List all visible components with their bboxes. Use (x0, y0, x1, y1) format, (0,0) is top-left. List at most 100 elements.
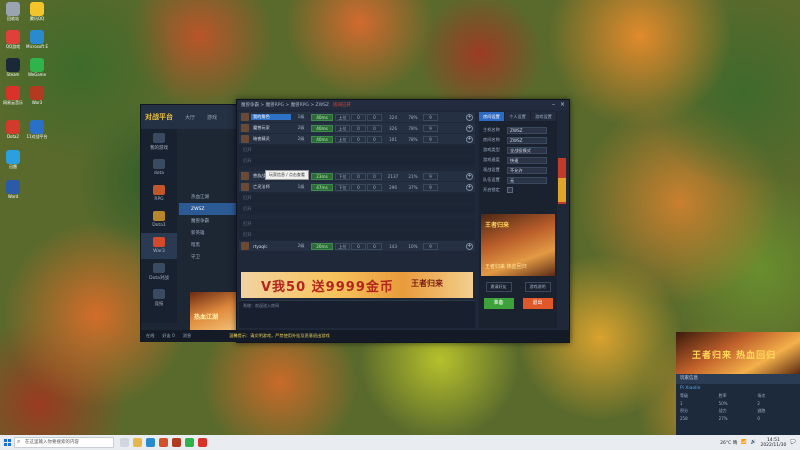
player-info-popup: 玩家信息 Pi Xiaolin 等级 胜率 场次 1 50% 2 积分 战力 逃跑 258 27% 0 (676, 374, 800, 436)
desktop-icon[interactable]: 迅雷 (2, 150, 24, 169)
desktop-icon[interactable]: 网易云音乐 (2, 86, 24, 105)
sidebar-item-dota1[interactable]: Dota1 (141, 207, 177, 233)
lock-checkbox[interactable] (507, 187, 513, 193)
sidebar-item-dota[interactable]: dota (141, 155, 177, 181)
add-friend-icon[interactable]: + (466, 183, 473, 191)
game-help-button[interactable]: 游戏说明 (524, 282, 551, 292)
popup-stat-cell: 积分 (680, 408, 688, 413)
popup-ad[interactable]: 王者归来 热血回归 (676, 332, 800, 374)
player-stat-a: 0 (351, 113, 366, 121)
setting-value-field[interactable]: 快速 (507, 156, 547, 164)
tab-room-settings[interactable]: 房间设置 (479, 112, 504, 121)
lock-setting-label: 开启锁定 (483, 187, 500, 192)
desktop-icon[interactable]: Steam (2, 58, 24, 77)
player-games: 101 (389, 136, 397, 142)
notification-icon[interactable]: 💬 (790, 440, 796, 445)
add-friend-icon[interactable]: + (466, 113, 473, 121)
sidebar-item-dota-battle[interactable]: Dota对战 (141, 259, 177, 285)
game-platform-icon[interactable] (159, 438, 168, 447)
add-friend-icon[interactable]: + (466, 124, 473, 132)
setting-value-field[interactable]: 不允许 (507, 166, 547, 174)
taskbar-search-input[interactable]: 在这里输入你要搜索的内容 (14, 437, 114, 448)
player-slot[interactable]: 亡灵法师 1级 47ms 下位 0 0 296 37% 9 + (239, 182, 475, 192)
desktop-icon[interactable]: 11对战平台 (26, 120, 48, 139)
setting-value-field[interactable]: 全战役模式 (507, 146, 547, 154)
popup-stat-cell: 258 (680, 416, 688, 421)
add-friend-icon[interactable]: + (466, 242, 473, 250)
desktop-icon[interactable]: Dota2 (2, 120, 24, 139)
popup-stats: 等级 胜率 场次 1 50% 2 积分 战力 逃跑 258 27% 0 (676, 393, 800, 421)
setting-label: 游戏速度 (483, 157, 500, 162)
launcher-tab-game[interactable]: 游戏 (207, 114, 217, 121)
file-explorer-icon[interactable] (133, 438, 142, 447)
player-stat-b: 0 (367, 242, 382, 250)
add-friend-icon[interactable]: + (466, 172, 473, 180)
empty-slot[interactable]: 打开 (239, 219, 475, 229)
invite-friends-button[interactable]: 邀请好友 (485, 282, 512, 292)
ready-button[interactable]: 准备 (483, 298, 514, 309)
desktop-icon[interactable]: QQ游戏 (2, 30, 24, 49)
player-slot[interactable]: 魔兽玩家 2级 40ms 上位 0 0 326 78% 9 + (239, 123, 475, 133)
setting-value-field[interactable]: ZWSZ (507, 136, 547, 144)
empty-slot[interactable]: 打开 (239, 145, 475, 155)
room-side-tab-2[interactable] (558, 178, 566, 202)
clock[interactable]: 14:51 2022/11/30 (760, 438, 786, 448)
sidebar-item-my-games[interactable]: 我的游戏 (141, 129, 177, 155)
empty-slot-label: 打开 (243, 232, 252, 237)
tab-game-settings[interactable]: 游戏设置 (531, 112, 556, 121)
add-friend-icon[interactable]: + (466, 135, 473, 143)
empty-slot[interactable]: 打开 (239, 204, 475, 214)
app-icon (30, 86, 44, 100)
desktop-icon[interactable]: Word (2, 180, 24, 199)
edge-icon[interactable] (146, 438, 155, 447)
player-name: 亡灵法师 (253, 184, 270, 189)
setting-value-field[interactable]: 无 (507, 176, 547, 184)
desktop-icon[interactable]: War3 (26, 86, 48, 105)
player-stat-a: 0 (351, 172, 366, 180)
launcher-tab-lobby[interactable]: 大厅 (185, 114, 195, 121)
desktop-icon[interactable]: Microsoft Edge (26, 30, 48, 49)
setting-row: 观战设置 不允许 (479, 165, 557, 175)
player-stat-b: 0 (367, 183, 382, 191)
desktop-icon[interactable]: 回收站 (2, 2, 24, 21)
player-avatar (241, 172, 249, 180)
empty-slot[interactable]: 打开 (239, 156, 475, 166)
status-online[interactable]: 在线 (146, 333, 154, 339)
sidebar-item-compete[interactable]: 竞技 (141, 285, 177, 311)
player-tooltip: 玩家信息 / 点击查看 (265, 170, 309, 180)
network-icon[interactable]: 📶 (741, 440, 747, 445)
war3-icon[interactable] (172, 438, 181, 447)
volume-icon[interactable]: 🔊 (751, 440, 757, 445)
sidebar-item-war3[interactable]: War3 (141, 233, 177, 259)
settings-ad[interactable]: 王者归来 王者归来 热血回归 (481, 214, 555, 276)
start-button[interactable] (0, 435, 14, 450)
empty-slot-label: 打开 (243, 221, 252, 226)
close-icon[interactable]: × (560, 101, 565, 108)
music-icon[interactable] (198, 438, 207, 447)
player-state: 下位 (335, 172, 350, 180)
player-slot[interactable]: rtyaqlc 2级 20ms 上位 0 0 143 10% 9 + (239, 241, 475, 251)
exit-button[interactable]: 退出 (522, 298, 553, 309)
setting-value-field[interactable]: ZWSZ (507, 126, 547, 134)
left-ad-banner[interactable]: 热血江湖 (190, 292, 238, 332)
app-icon (6, 30, 20, 44)
settings-ad-sub: 王者归来 热血回归 (485, 264, 527, 270)
desktop-icon[interactable]: WeGame (26, 58, 48, 77)
launcher-logo: 对战平台 (145, 113, 173, 121)
empty-slot[interactable]: 打开 (239, 193, 475, 203)
task-view-icon[interactable] (120, 438, 129, 447)
status-messages[interactable]: 消息 (183, 333, 191, 339)
empty-slot[interactable]: 打开 (239, 230, 475, 240)
room-ad-banner[interactable]: V我50 送9999金币 王者归来 (241, 272, 473, 298)
setting-label: 观战设置 (483, 167, 500, 172)
status-friends[interactable]: 好友 0 (162, 333, 174, 339)
player-stat-b: 0 (367, 172, 382, 180)
minimize-icon[interactable]: – (552, 101, 555, 108)
wechat-icon[interactable] (185, 438, 194, 447)
player-slot[interactable]: 暗夜精灵 2级 40ms 上位 0 0 101 78% 9 + (239, 134, 475, 144)
tab-personal-settings[interactable]: 个人设置 (505, 112, 530, 121)
player-slot[interactable]: 我的角色 1级 40ms 上位 0 0 324 78% 9 + (239, 112, 475, 122)
sidebar-item-rpg[interactable]: RPG (141, 181, 177, 207)
desktop-icon[interactable]: 腾讯QQ (26, 2, 48, 21)
weather-text[interactable]: 26°C 晴 (720, 440, 737, 446)
